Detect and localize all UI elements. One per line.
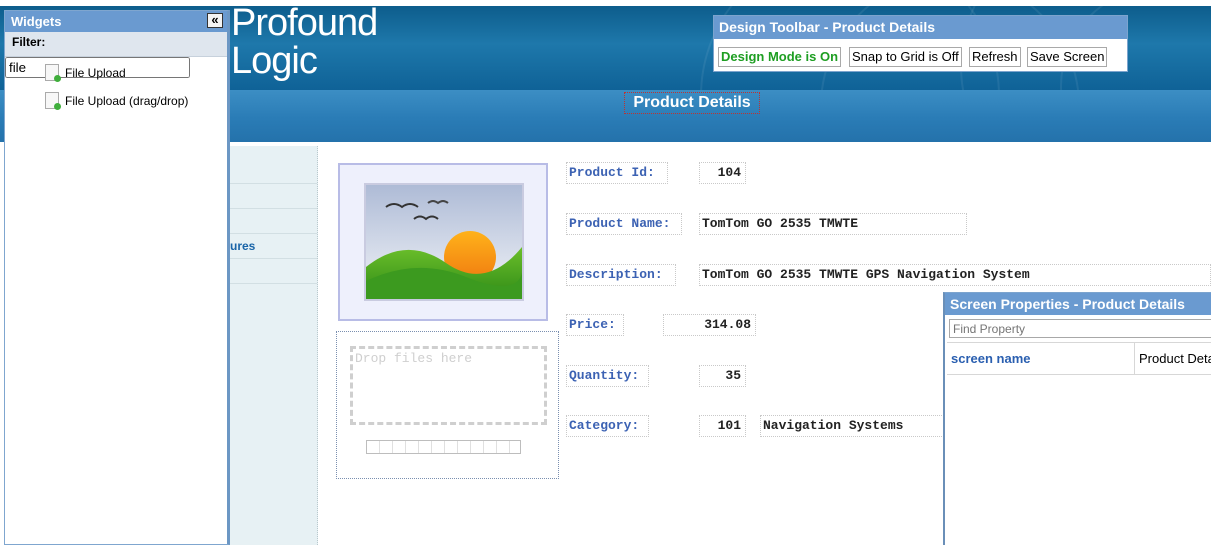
nav-item[interactable] xyxy=(230,185,317,209)
property-key: screen name xyxy=(951,351,1031,366)
filter-row: Filter: xyxy=(5,32,227,57)
description-value[interactable]: TomTom GO 2535 TMWTE GPS Navigation Syst… xyxy=(699,264,1211,286)
file-upload-dropzone[interactable]: Drop files here xyxy=(336,331,559,479)
file-upload-icon xyxy=(45,92,61,110)
category-code-value[interactable]: 101 xyxy=(699,415,746,437)
logo-line-1: Profound xyxy=(231,2,378,44)
screen-properties-panel: Screen Properties - Product Details scre… xyxy=(943,292,1211,545)
product-name-label: Product Name: xyxy=(566,213,682,235)
collapse-icon[interactable]: « xyxy=(207,13,223,28)
screen-properties-title[interactable]: Screen Properties - Product Details xyxy=(945,293,1211,315)
logo-line-2: Logic xyxy=(231,40,318,82)
save-screen-button[interactable]: Save Screen xyxy=(1027,47,1108,67)
drop-area[interactable]: Drop files here xyxy=(350,346,547,425)
left-nav: ures xyxy=(230,146,318,545)
quantity-value[interactable]: 35 xyxy=(699,365,746,387)
refresh-button[interactable]: Refresh xyxy=(969,47,1021,67)
upload-progress-bar xyxy=(366,440,521,454)
widgets-panel-header[interactable]: Widgets « xyxy=(5,11,227,32)
find-property-input[interactable] xyxy=(949,319,1211,338)
filter-label: Filter: xyxy=(12,35,46,49)
category-name-value[interactable]: Navigation Systems xyxy=(760,415,960,437)
nav-item[interactable] xyxy=(230,210,317,234)
property-row[interactable]: screen name Product Deta xyxy=(947,342,1211,375)
drop-hint: Drop files here xyxy=(355,351,473,366)
product-id-label: Product Id: xyxy=(566,162,668,184)
nav-item-features[interactable]: ures xyxy=(230,235,317,259)
snap-to-grid-button[interactable]: Snap to Grid is Off xyxy=(849,47,962,67)
price-label: Price: xyxy=(566,314,624,336)
design-toolbar-title[interactable]: Design Toolbar - Product Details xyxy=(714,16,1127,39)
design-mode-button[interactable]: Design Mode is On xyxy=(718,47,842,67)
file-upload-icon xyxy=(45,64,61,82)
category-label: Category: xyxy=(566,415,649,437)
quantity-label: Quantity: xyxy=(566,365,649,387)
widgets-panel-title: Widgets xyxy=(11,14,62,29)
nav-item[interactable] xyxy=(230,260,317,284)
image-placeholder-icon xyxy=(364,183,524,301)
widgets-panel: Widgets « Filter: File Upload File Uploa… xyxy=(4,10,230,545)
description-label: Description: xyxy=(566,264,676,286)
widget-item-file-upload-dragdrop[interactable]: File Upload (drag/drop) xyxy=(43,91,188,111)
column-divider xyxy=(1134,343,1135,374)
property-value[interactable]: Product Deta xyxy=(1139,351,1211,366)
price-value[interactable]: 314.08 xyxy=(663,314,756,336)
widget-item-label: File Upload (drag/drop) xyxy=(65,94,189,108)
product-name-value[interactable]: TomTom GO 2535 TMWTE xyxy=(699,213,967,235)
product-id-value[interactable]: 104 xyxy=(699,162,746,184)
product-image[interactable] xyxy=(338,163,548,321)
widget-item-label: File Upload xyxy=(65,66,126,80)
page-title[interactable]: Product Details xyxy=(624,92,760,114)
nav-item[interactable] xyxy=(230,160,317,184)
widget-item-file-upload[interactable]: File Upload xyxy=(43,63,126,83)
company-logo: Profound Logic xyxy=(231,2,378,82)
design-toolbar: Design Toolbar - Product Details Design … xyxy=(713,15,1128,72)
